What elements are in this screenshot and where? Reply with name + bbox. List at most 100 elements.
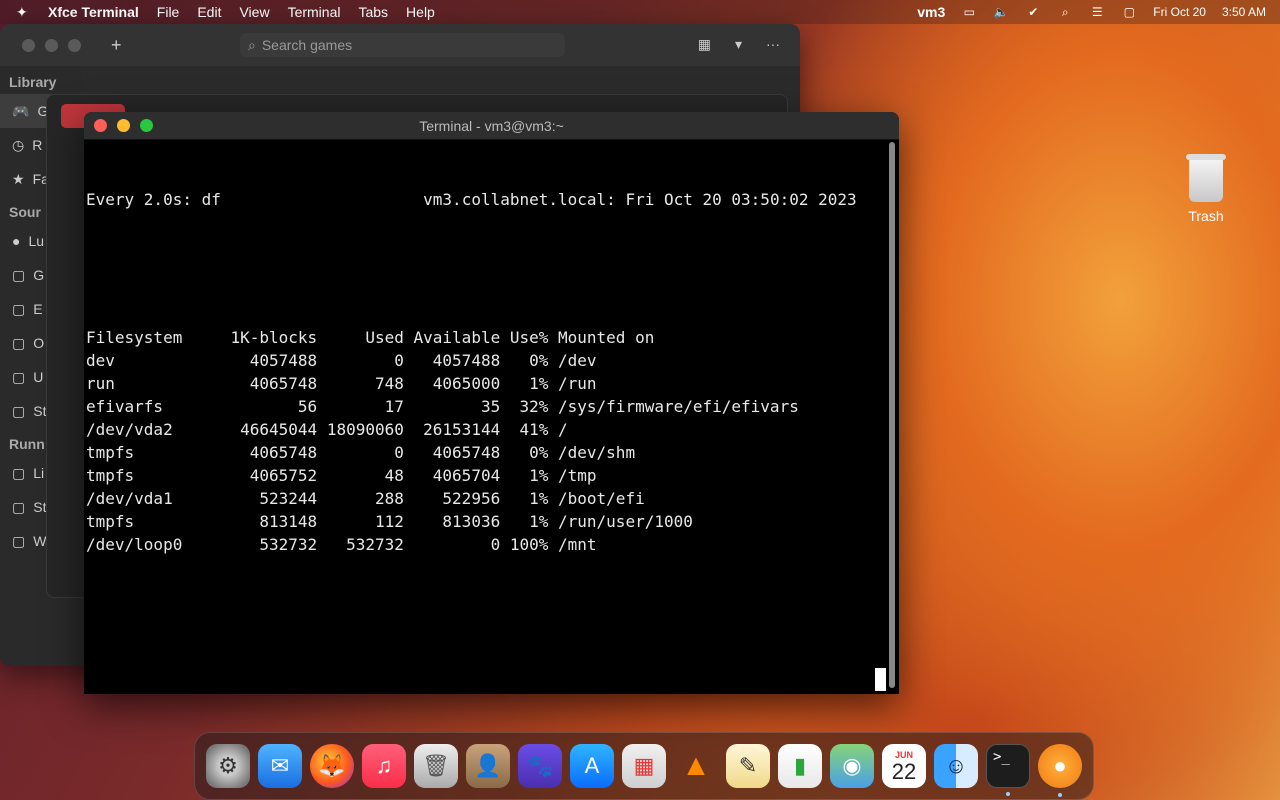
watch-header: Every 2.0s: df vm3.collabnet.local: Fri …	[86, 188, 886, 211]
running-indicator	[1058, 793, 1062, 797]
apple-menu-icon[interactable]: ✦	[16, 4, 34, 21]
terminal-titlebar: Terminal - vm3@vm3:~	[84, 112, 899, 140]
source-icon: ▢	[12, 334, 26, 351]
sidebar-heading-library: Library	[9, 74, 57, 90]
launcher-toolbar-right: ▦ ▾ ···	[698, 36, 780, 53]
menu-file[interactable]: File	[157, 4, 180, 20]
table-row-text: run 4065748 748 4065000 1% /run	[86, 374, 597, 393]
table-row: tmpfs 4065748 0 4065748 0% /dev/shm	[86, 441, 886, 464]
table-row: efivarfs 56 17 35 32% /sys/firmware/efi/…	[86, 395, 886, 418]
terminal-scrollbar[interactable]	[889, 142, 895, 688]
mail-icon: ✉	[270, 753, 290, 778]
dock-firefox[interactable]: 🦊	[310, 744, 354, 788]
vlc-icon: ▲	[681, 749, 711, 782]
launcher-maximize-button[interactable]	[68, 38, 81, 52]
search-games-input[interactable]: ⌕ Search games	[240, 33, 565, 57]
more-options-icon[interactable]: ···	[766, 36, 780, 53]
trash-icon: 🗑	[422, 753, 450, 778]
system-settings-icon: ⚙	[218, 753, 238, 778]
dock-textedit[interactable]: ✎	[726, 744, 770, 788]
source-icon: ▢	[12, 368, 26, 385]
watch-host-time: vm3.collabnet.local: Fri Oct 20 03:50:02…	[423, 190, 857, 209]
gimp-icon: 🐾	[526, 753, 554, 778]
dock: ⚙ ✉ 🦊 ♫ 🗑 👤 🐾 A ▦ ▲ ✎ ▮ ◉ JUN 22 ☺ >_ ●	[194, 732, 1094, 800]
notification-icon[interactable]: ▢	[1121, 5, 1137, 19]
firefox-icon: 🦊	[318, 753, 346, 778]
dock-calendar[interactable]: JUN 22	[882, 744, 926, 788]
app-name-menu[interactable]: Xfce Terminal	[48, 4, 139, 20]
control-center-icon[interactable]: ☰	[1089, 5, 1105, 19]
table-row-text: /dev/vda2 46645044 18090060 26153144 41%…	[86, 420, 568, 439]
table-row: dev 4057488 0 4057488 0% /dev	[86, 349, 886, 372]
menu-view[interactable]: View	[239, 4, 269, 20]
menu-help[interactable]: Help	[406, 4, 435, 20]
source-icon: ▢	[12, 266, 26, 283]
source-icon: ▢	[12, 464, 26, 481]
contacts-icon: 👤	[474, 753, 502, 778]
terminal-output[interactable]: Every 2.0s: df vm3.collabnet.local: Fri …	[86, 142, 886, 690]
star-icon: ★	[12, 170, 25, 187]
table-row-text: efivarfs 56 17 35 32% /sys/firmware/efi/…	[86, 397, 799, 416]
source-icon: ▢	[12, 498, 26, 515]
launcher-titlebar: + ⌕ Search games ▦ ▾ ···	[0, 24, 800, 66]
dock-launchpad[interactable]: ▦	[622, 744, 666, 788]
menu-edit[interactable]: Edit	[197, 4, 221, 20]
dock-app-store[interactable]: A	[570, 744, 614, 788]
menubar-time[interactable]: 3:50 AM	[1222, 5, 1266, 19]
table-row-text: /dev/vda1 523244 288 522956 1% /boot/efi	[86, 489, 645, 508]
chevron-down-icon[interactable]: ▾	[735, 36, 742, 53]
dock-maps[interactable]: ◉	[830, 744, 874, 788]
menu-bar: ✦ Xfce Terminal File Edit View Terminal …	[0, 0, 1280, 24]
dock-contacts[interactable]: 👤	[466, 744, 510, 788]
source-icon: ▢	[12, 300, 26, 317]
dock-gimp[interactable]: 🐾	[518, 744, 562, 788]
dock-trash[interactable]: 🗑	[414, 744, 458, 788]
terminal-window: Terminal - vm3@vm3:~ Every 2.0s: df vm3.…	[84, 112, 899, 694]
music-icon: ♫	[375, 753, 393, 778]
menu-terminal[interactable]: Terminal	[288, 4, 341, 20]
menu-tabs[interactable]: Tabs	[358, 4, 388, 20]
table-row: tmpfs 4065752 48 4065704 1% /tmp	[86, 464, 886, 487]
status-area: vm3 ▭ 🔈 ✔ ⌕ ☰ ▢ Fri Oct 20 3:50 AM	[917, 4, 1266, 20]
host-label[interactable]: vm3	[917, 4, 945, 20]
table-row-text: dev 4057488 0 4057488 0% /dev	[86, 351, 597, 370]
battery-icon[interactable]: ▭	[961, 5, 977, 19]
dock-terminal[interactable]: >_	[986, 744, 1030, 796]
search-icon[interactable]: ⌕	[1057, 5, 1073, 19]
dock-vlc[interactable]: ▲	[674, 744, 718, 788]
search-placeholder: Search games	[261, 37, 353, 53]
app-store-icon: A	[584, 753, 600, 778]
df-table: Filesystem 1K-blocks Used Available Use%…	[86, 326, 886, 556]
lutris-icon: ●	[12, 233, 21, 249]
lutris-icon: ●	[1053, 753, 1067, 778]
dock-finder[interactable]: ☺	[934, 744, 978, 788]
finder-icon: ☺	[944, 753, 968, 778]
table-row: tmpfs 813148 112 813036 1% /run/user/100…	[86, 510, 886, 533]
table-row-text: tmpfs 4065748 0 4065748 0% /dev/shm	[86, 443, 636, 462]
menubar-date[interactable]: Fri Oct 20	[1153, 5, 1206, 19]
dock-system-settings[interactable]: ⚙	[206, 744, 250, 788]
numbers-icon: ▮	[793, 753, 807, 778]
dock-numbers[interactable]: ▮	[778, 744, 822, 788]
desktop-trash[interactable]: Trash	[1176, 154, 1236, 224]
launcher-window-controls	[22, 38, 81, 52]
volume-icon[interactable]: 🔈	[993, 5, 1009, 19]
view-grid-icon[interactable]: ▦	[698, 36, 711, 53]
check-circle-icon[interactable]: ✔	[1025, 5, 1041, 19]
launcher-close-button[interactable]	[22, 38, 35, 52]
launcher-minimize-button[interactable]	[45, 38, 58, 52]
table-row: /dev/vda1 523244 288 522956 1% /boot/efi	[86, 487, 886, 510]
gamepad-icon: 🎮	[12, 102, 30, 119]
source-icon: ▢	[12, 532, 26, 549]
df-column-headers: Filesystem 1K-blocks Used Available Use%…	[86, 328, 655, 347]
launchpad-icon: ▦	[633, 753, 655, 778]
dock-music[interactable]: ♫	[362, 744, 406, 788]
table-row-text: /dev/loop0 532732 532732 0 100% /mnt	[86, 535, 597, 554]
dock-mail[interactable]: ✉	[258, 744, 302, 788]
calendar-day: 22	[891, 759, 917, 784]
search-icon: ⌕	[248, 36, 256, 53]
dock-lutris[interactable]: ●	[1038, 744, 1082, 797]
add-game-icon[interactable]: +	[111, 35, 122, 56]
table-row: /dev/loop0 532732 532732 0 100% /mnt	[86, 533, 886, 556]
